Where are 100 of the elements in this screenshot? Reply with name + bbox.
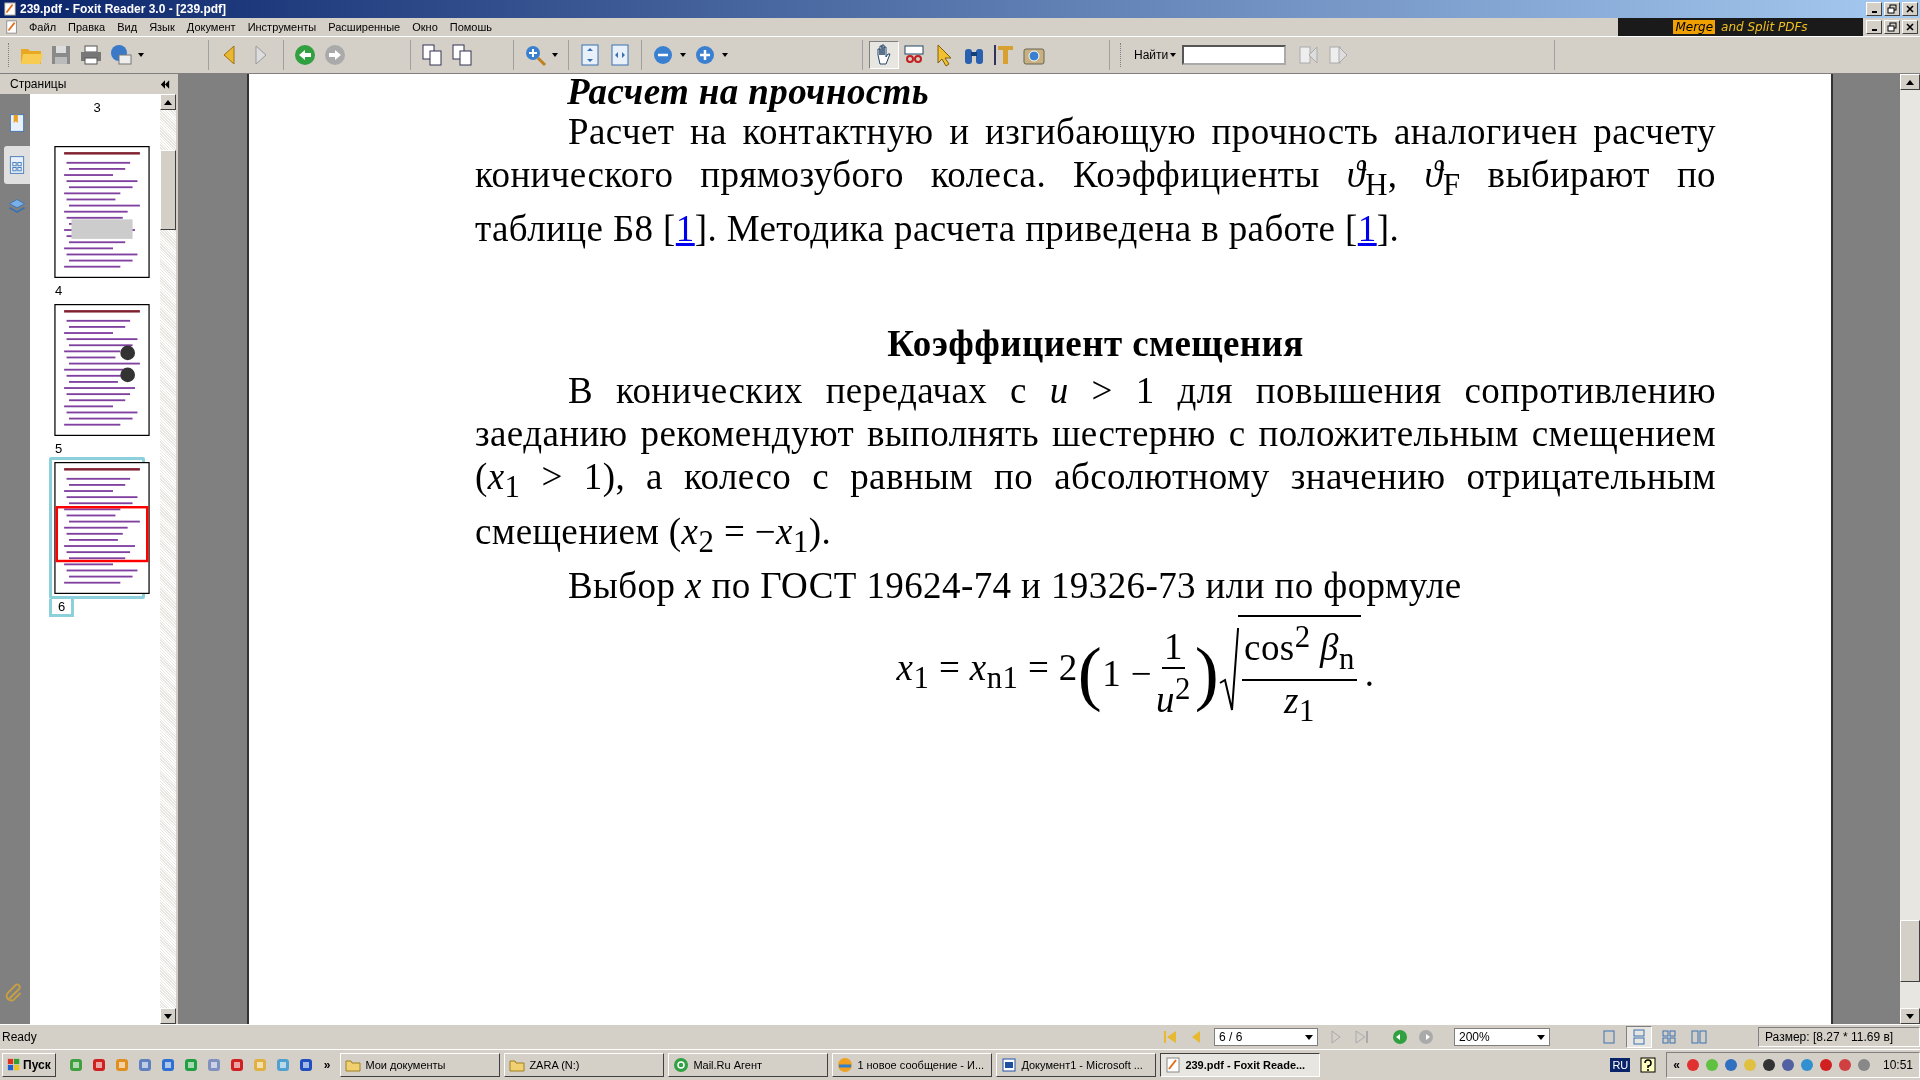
windows-flag-icon <box>7 1058 21 1072</box>
taskbar-button[interactable]: Mail.Ru Агент <box>668 1053 829 1077</box>
pages-grid-icon <box>7 154 27 176</box>
paragraph: Расчет на контактную и изгибающую прочность аналогичен расчету конического прямозубого колеса. Коэффициенты ϑ$_{H}$, ϑ$_{F}$ выбирают по таблице Б8 [1]. Методика расчета приведена в работе [1]. <box>475 111 1716 251</box>
menu-item[interactable]: Инструменты <box>241 21 323 33</box>
program-icon[interactable] <box>205 1057 222 1073</box>
page-field[interactable]: 6 / 6 <box>1214 1028 1318 1046</box>
scroll-up-button[interactable] <box>160 94 176 110</box>
start-button[interactable]: Пуск <box>2 1053 56 1077</box>
tray-icon[interactable] <box>1817 1057 1834 1073</box>
caret-icon[interactable] <box>552 53 558 57</box>
menu-item[interactable]: Помошь <box>443 21 499 33</box>
scrollbar-thumb[interactable] <box>160 150 176 230</box>
ad-banner[interactable]: Merge and Split PDFs <box>1618 18 1863 36</box>
window-title: 239.pdf - Foxit Reader 3.0 - [239.pdf] <box>20 2 227 16</box>
page-number[interactable]: 5 <box>49 441 69 456</box>
scroll-down-button[interactable] <box>1900 1008 1920 1024</box>
program-icon[interactable] <box>182 1057 199 1073</box>
minimize-button[interactable] <box>1866 20 1882 34</box>
menu-item[interactable]: Правка <box>62 21 112 33</box>
two-pages-icon <box>1691 1029 1707 1045</box>
minimize-icon <box>1871 29 1877 31</box>
zoom-field[interactable]: 200% <box>1454 1028 1550 1046</box>
restore-button[interactable] <box>1884 20 1900 34</box>
collapse-icon[interactable] <box>160 79 170 89</box>
program-icon[interactable] <box>159 1057 176 1073</box>
formula-text: x$_{1}$ = x$_{n1}$ = 2 <box>896 646 1078 698</box>
minimize-button[interactable] <box>1866 2 1882 16</box>
folder-icon <box>345 1057 362 1073</box>
page-thumbnail[interactable] <box>54 146 150 278</box>
caret-icon[interactable] <box>722 53 728 57</box>
find-field[interactable] <box>1182 45 1287 65</box>
program-icon[interactable] <box>228 1057 245 1073</box>
forward-icon[interactable] <box>1418 1029 1434 1045</box>
page-number[interactable]: 3 <box>87 100 107 115</box>
hand-tool-button[interactable] <box>869 41 899 69</box>
program-icon[interactable] <box>90 1057 107 1073</box>
tray-icon[interactable] <box>1779 1057 1796 1073</box>
formula-paren: ) <box>1194 633 1220 714</box>
continuous-view-button[interactable] <box>1626 1026 1652 1048</box>
page-thumbnail[interactable] <box>54 304 150 436</box>
paragraph: Выбор x по ГОСТ 19624-74 и 19326-73 или по формуле <box>567 564 1463 608</box>
help-icon[interactable] <box>1640 1057 1657 1073</box>
close-icon <box>1905 22 1915 32</box>
page-thumbnail[interactable] <box>54 462 150 594</box>
scrollbar-thumb[interactable] <box>1900 920 1920 982</box>
menu-item[interactable]: Расширенные <box>322 21 407 33</box>
program-icon[interactable] <box>67 1057 84 1073</box>
formula-text: . <box>1364 651 1375 695</box>
close-icon <box>1905 4 1915 14</box>
restore-button[interactable] <box>1884 2 1900 16</box>
taskbar-button[interactable]: Документ1 - Microsoft ... <box>996 1053 1157 1077</box>
program-icon[interactable] <box>274 1057 291 1073</box>
page-size-text: Размер: [8.27 * 11.69 в] <box>1758 1027 1920 1047</box>
taskbar-button[interactable]: Мои документы <box>340 1053 501 1077</box>
fit-page-icon <box>578 43 602 67</box>
reference-link[interactable]: 1 <box>675 208 695 250</box>
single-page-icon <box>1601 1029 1617 1045</box>
caret-icon[interactable] <box>680 53 686 57</box>
page-number[interactable]: 4 <box>49 283 69 298</box>
reference-link[interactable]: 1 <box>1357 208 1377 250</box>
taskbar-button[interactable]: 1 новое сообщение - И... <box>832 1053 993 1077</box>
panel-title: Страницы <box>10 77 67 91</box>
menu-item[interactable]: Файл <box>23 21 63 33</box>
menu-item[interactable]: Документ <box>180 21 242 33</box>
dropdown-arrow-icon <box>1305 1034 1313 1040</box>
text-tool-icon <box>992 43 1016 67</box>
menu-item[interactable]: Язык <box>143 21 181 33</box>
close-button[interactable] <box>1902 20 1918 34</box>
back-icon[interactable] <box>1392 1029 1408 1045</box>
taskbar-button[interactable]: 239.pdf - Foxit Reade... <box>1160 1053 1321 1077</box>
close-button[interactable] <box>1902 2 1918 16</box>
scroll-down-button[interactable] <box>160 1008 176 1024</box>
program-icon[interactable] <box>297 1057 314 1073</box>
chat-icon <box>837 1057 854 1073</box>
fit-width-icon <box>608 43 632 67</box>
tray-icon[interactable] <box>1760 1057 1777 1073</box>
formula-paren: ( <box>1077 633 1103 714</box>
page-number[interactable]: 6 <box>49 599 75 617</box>
pdf-app-icon <box>3 2 17 16</box>
scroll-up-button[interactable] <box>1900 74 1920 90</box>
pages-tab[interactable] <box>4 146 30 184</box>
menu-item[interactable]: Окно <box>406 21 444 33</box>
fraction-numerator: 1 <box>1161 626 1185 669</box>
tray-expand-button[interactable]: « <box>1673 1058 1680 1072</box>
more-button[interactable]: » <box>323 1058 331 1072</box>
menu-item[interactable]: Вид <box>111 21 144 33</box>
caret-icon[interactable] <box>138 53 144 57</box>
caret-icon[interactable] <box>1170 53 1177 57</box>
continuous-pages-icon <box>1631 1029 1647 1045</box>
zoom-plus-icon <box>693 43 717 67</box>
section-heading: Коэффициент смещения <box>886 322 1305 366</box>
status-text: Ready <box>1 1030 37 1044</box>
zoom-out-icon <box>651 43 675 67</box>
folder-icon <box>509 1057 526 1073</box>
program-icon[interactable] <box>136 1057 153 1073</box>
taskbar-button[interactable]: ZARA (N:) <box>504 1053 665 1077</box>
down-arrow-icon <box>1906 1013 1914 1019</box>
down-arrow-icon <box>164 1013 172 1019</box>
language-indicator[interactable]: RU <box>1610 1058 1631 1072</box>
